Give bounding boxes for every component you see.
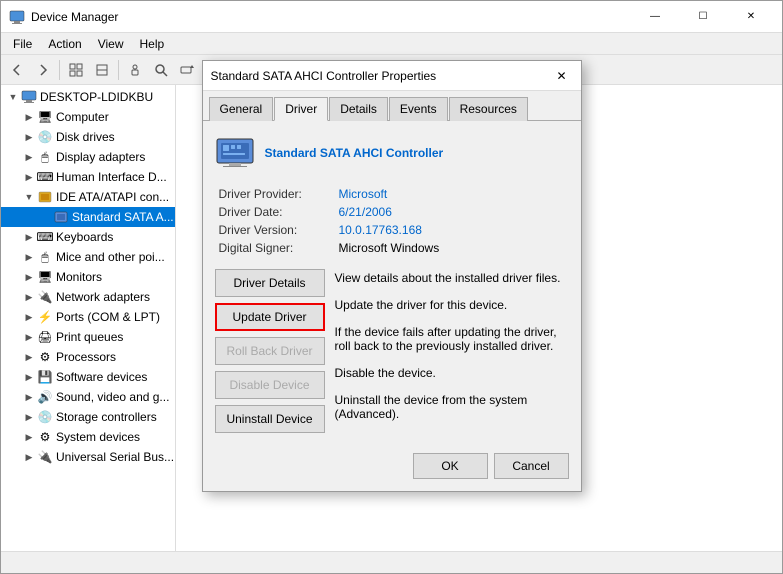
modal-overlay: Standard SATA AHCI Controller Properties… [0, 0, 783, 574]
uninstall-device-desc: Uninstall the device from the system (Ad… [335, 393, 569, 421]
signer-value: Microsoft Windows [335, 239, 569, 257]
roll-back-driver-button[interactable]: Roll Back Driver [215, 337, 325, 365]
version-label: Driver Version: [215, 221, 335, 239]
roll-back-desc-text: If the device fails after updating the d… [335, 325, 557, 353]
uninstall-device-button[interactable]: Uninstall Device [215, 405, 325, 433]
cancel-button[interactable]: Cancel [494, 453, 569, 479]
tab-details[interactable]: Details [329, 97, 388, 121]
ok-button[interactable]: OK [413, 453, 488, 479]
update-driver-desc: Update the driver for this device. [335, 298, 569, 312]
device-name: Standard SATA AHCI Controller [265, 146, 444, 160]
signer-label: Digital Signer: [215, 239, 335, 257]
provider-label: Driver Provider: [215, 185, 335, 203]
tab-resources[interactable]: Resources [449, 97, 528, 121]
roll-back-desc: If the device fails after updating the d… [335, 325, 569, 353]
driver-details-desc-text: View details about the installed driver … [335, 271, 561, 285]
date-value: 6/21/2006 [335, 203, 569, 221]
disable-device-desc-text: Disable the device. [335, 366, 436, 380]
update-driver-desc-text: Update the driver for this device. [335, 298, 508, 312]
table-row: Driver Provider: Microsoft [215, 185, 569, 203]
table-row: Driver Date: 6/21/2006 [215, 203, 569, 221]
driver-info-table: Driver Provider: Microsoft Driver Date: … [215, 185, 569, 257]
device-icon-large [215, 133, 255, 173]
tab-general[interactable]: General [209, 97, 274, 121]
dialog-title-bar: Standard SATA AHCI Controller Properties… [203, 61, 581, 91]
driver-section: Driver Details Update Driver Roll Back D… [215, 269, 569, 433]
driver-buttons: Driver Details Update Driver Roll Back D… [215, 269, 325, 433]
dialog-content: Standard SATA AHCI Controller Driver Pro… [203, 121, 581, 445]
update-driver-button[interactable]: Update Driver [215, 303, 325, 331]
tab-events[interactable]: Events [389, 97, 448, 121]
table-row: Digital Signer: Microsoft Windows [215, 239, 569, 257]
disable-device-desc: Disable the device. [335, 366, 569, 380]
disable-device-button[interactable]: Disable Device [215, 371, 325, 399]
version-value: 10.0.17763.168 [335, 221, 569, 239]
dialog-footer: OK Cancel [203, 445, 581, 491]
tab-bar: General Driver Details Events Resources [203, 91, 581, 121]
table-row: Driver Version: 10.0.17763.168 [215, 221, 569, 239]
tab-driver[interactable]: Driver [274, 97, 328, 121]
dialog-close-button[interactable]: ✕ [551, 65, 573, 87]
uninstall-device-desc-text: Uninstall the device from the system (Ad… [335, 393, 528, 421]
properties-dialog: Standard SATA AHCI Controller Properties… [202, 60, 582, 492]
driver-details-desc: View details about the installed driver … [335, 271, 569, 285]
dialog-title: Standard SATA AHCI Controller Properties [211, 69, 551, 83]
provider-value: Microsoft [335, 185, 569, 203]
date-label: Driver Date: [215, 203, 335, 221]
device-header: Standard SATA AHCI Controller [215, 133, 569, 173]
driver-details-button[interactable]: Driver Details [215, 269, 325, 297]
driver-descriptions: View details about the installed driver … [335, 269, 569, 433]
